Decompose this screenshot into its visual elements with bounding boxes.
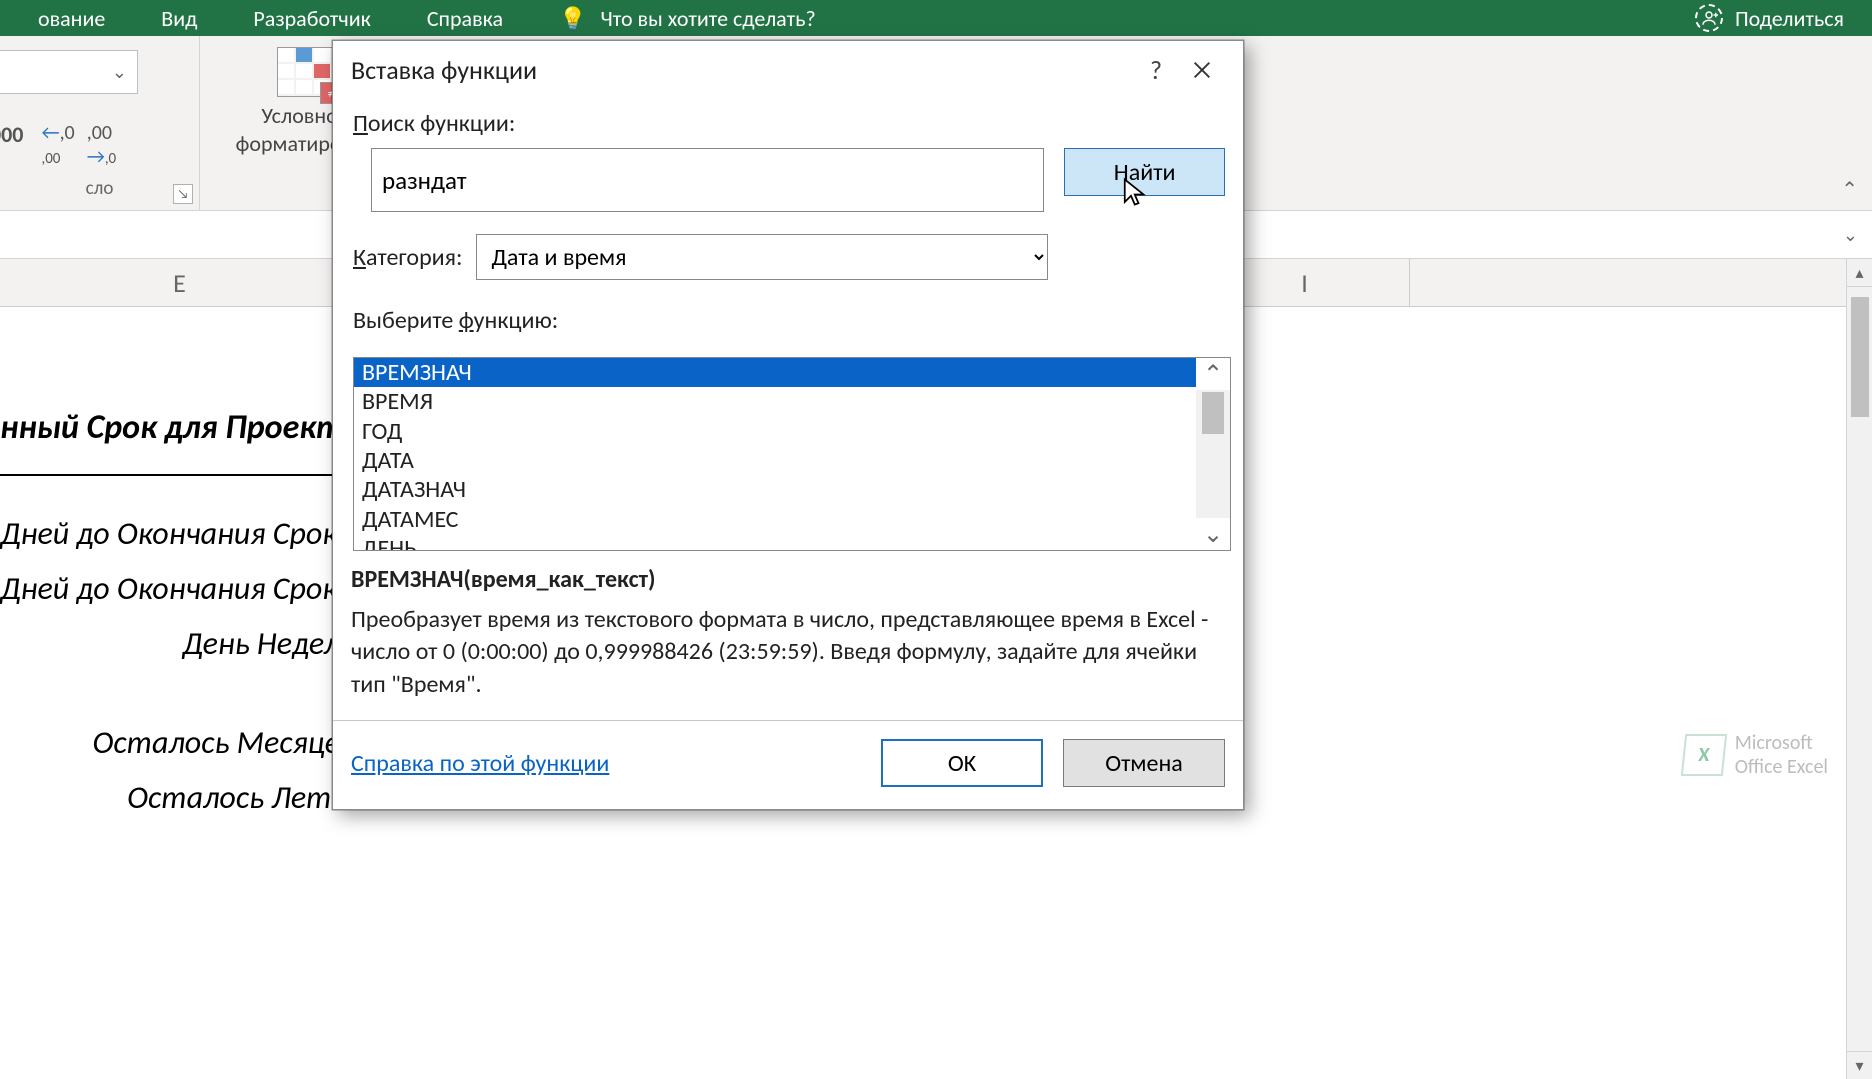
decrease-decimal-button[interactable]: ,00→,0 xyxy=(87,121,116,169)
function-item-5[interactable]: ДАТАМЕС xyxy=(354,505,1196,534)
excel-logo-icon: X xyxy=(1680,734,1726,776)
function-help-link[interactable]: Справка по этой функции xyxy=(351,749,609,778)
ribbon-tab-developer[interactable]: Разработчик xyxy=(225,5,398,32)
function-listbox[interactable]: ВРЕМЗНАЧ ВРЕМЯ ГОД ДАТА ДАТАЗНАЧ ДАТАМЕС… xyxy=(353,357,1231,551)
lightbulb-icon: 💡 xyxy=(559,5,586,32)
chevron-down-icon: ⌄ xyxy=(112,61,127,83)
function-description: Преобразует время из текстового формата … xyxy=(351,604,1225,701)
cancel-button[interactable]: Отмена xyxy=(1063,739,1225,787)
sheet-row-3: День Недел xyxy=(0,616,340,671)
tell-me-search[interactable]: 💡 Что вы хотите сделать? xyxy=(531,5,844,32)
share-label: Поделиться xyxy=(1735,5,1844,32)
sheet-row-4: Осталось Месяце xyxy=(0,715,340,770)
expand-formula-bar-button[interactable]: ⌄ xyxy=(1843,224,1858,246)
ribbon-tab-0[interactable]: ование xyxy=(10,5,133,32)
dialog-close-button[interactable] xyxy=(1179,50,1225,90)
dialog-titlebar[interactable]: Вставка функции ? xyxy=(333,41,1243,99)
listbox-scroll-thumb[interactable] xyxy=(1202,392,1224,434)
dialog-title: Вставка функции xyxy=(351,54,537,86)
collapse-ribbon-button[interactable]: ⌃ xyxy=(1841,177,1858,202)
ribbon-tab-view[interactable]: Вид xyxy=(133,5,225,32)
find-button-label: Найти xyxy=(1114,158,1176,187)
thousands-separator-button[interactable]: 000 xyxy=(0,121,23,169)
close-icon xyxy=(1191,59,1213,81)
listbox-scroll-down[interactable]: ⌄ xyxy=(1196,518,1230,550)
find-button[interactable]: Найти xyxy=(1064,148,1225,196)
column-header-e[interactable]: E xyxy=(0,259,360,306)
category-label: Категория: xyxy=(353,243,462,272)
function-item-6[interactable]: ДЕНЬ xyxy=(354,534,1196,551)
ribbon-group-number: ⌄ 000 ←,0,00 ,00→,0 сло ↘ xyxy=(0,36,200,210)
search-function-input[interactable] xyxy=(371,148,1044,212)
function-item-3[interactable]: ДАТА xyxy=(354,446,1196,475)
sheet-row-5: Осталось Лет: xyxy=(0,770,340,825)
function-signature: ВРЕМЗНАЧ(время_как_текст) xyxy=(351,565,1225,594)
share-button[interactable]: Поделиться xyxy=(1695,4,1862,32)
listbox-scrollbar[interactable]: ⌃ ⌄ xyxy=(1196,358,1230,550)
function-item-2[interactable]: ГОД xyxy=(354,417,1196,446)
watermark: X Microsoft Office Excel xyxy=(1683,731,1828,779)
dialog-launcher-number[interactable]: ↘ xyxy=(173,184,193,204)
function-item-0[interactable]: ВРЕМЗНАЧ xyxy=(354,358,1196,387)
category-select[interactable]: Дата и время xyxy=(476,234,1048,280)
function-item-1[interactable]: ВРЕМЯ xyxy=(354,387,1196,416)
number-format-dropdown[interactable]: ⌄ xyxy=(0,50,138,94)
search-function-label: Поиск функции: xyxy=(353,109,1225,138)
ribbon-tabs: ование Вид Разработчик Справка 💡 Что вы … xyxy=(0,0,1872,36)
dialog-help-button[interactable]: ? xyxy=(1133,50,1179,90)
share-icon xyxy=(1695,4,1723,32)
insert-function-dialog: Вставка функции ? Поиск функции: Найти К… xyxy=(332,40,1244,810)
tell-me-label: Что вы хотите сделать? xyxy=(600,5,815,32)
watermark-line1: Microsoft xyxy=(1735,731,1828,755)
scroll-down-button[interactable]: ▾ xyxy=(1847,1051,1872,1079)
listbox-scroll-up[interactable]: ⌃ xyxy=(1196,358,1230,390)
select-function-label: Выберите функцию: xyxy=(353,306,1225,335)
scroll-up-button[interactable]: ▴ xyxy=(1847,259,1872,287)
ribbon-tab-help[interactable]: Справка xyxy=(399,5,531,32)
function-item-4[interactable]: ДАТАЗНАЧ xyxy=(354,475,1196,504)
vertical-scrollbar[interactable]: ▴ ▾ xyxy=(1846,259,1872,1079)
group-label-number: сло xyxy=(18,177,181,206)
watermark-line2: Office Excel xyxy=(1735,755,1828,779)
increase-decimal-button[interactable]: ←,0,00 xyxy=(41,121,74,169)
scrollbar-thumb[interactable] xyxy=(1851,297,1869,417)
ok-button[interactable]: OK xyxy=(881,739,1043,787)
